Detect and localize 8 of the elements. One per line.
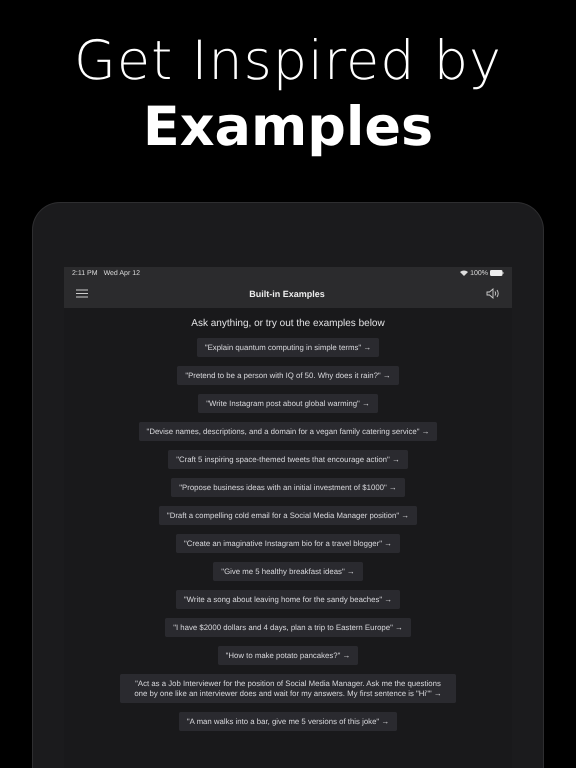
menu-icon[interactable] — [76, 289, 88, 298]
intro-text: Ask anything, or try out the examples below — [191, 318, 385, 329]
battery-icon — [490, 270, 504, 276]
nav-title: Built-in Examples — [249, 288, 325, 298]
headline: Examples — [142, 94, 434, 160]
wifi-icon — [460, 270, 468, 276]
speaker-icon[interactable] — [486, 288, 500, 299]
headline: Get Inspired by — [74, 28, 502, 94]
